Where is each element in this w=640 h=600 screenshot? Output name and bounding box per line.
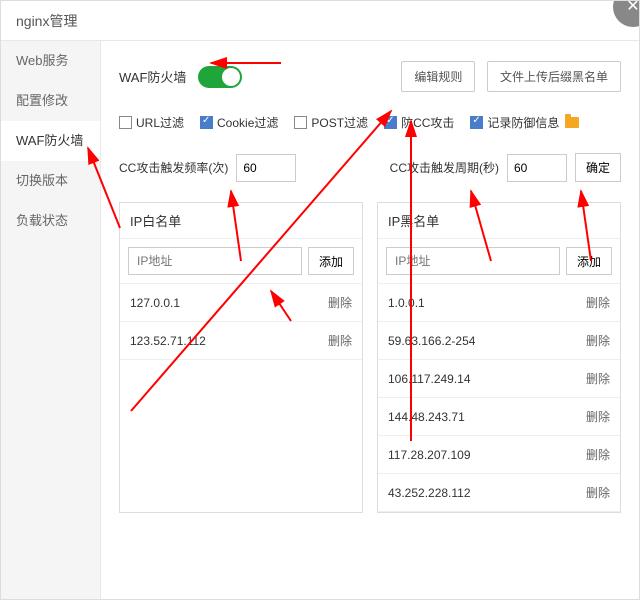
filter-checkbox-1[interactable]: Cookie过滤 [200,114,278,131]
cc-period-input[interactable] [507,154,567,182]
waf-toggle-label: WAF防火墙 [119,67,186,86]
edit-rules-button[interactable]: 编辑规则 [401,61,475,92]
filter-checkbox-3[interactable]: 防CC攻击 [384,114,454,131]
ip-value: 106.117.249.14 [388,372,471,386]
ip-value: 117.28.207.109 [388,448,471,462]
filter-label: 防CC攻击 [401,114,454,131]
blacklist-add-button[interactable]: 添加 [566,247,612,275]
dialog-header: nginx管理 ✕ [1,1,639,41]
sidebar-item-3[interactable]: 切换版本 [1,161,100,201]
ip-value: 43.252.228.112 [388,486,471,500]
checkbox-icon [470,116,483,129]
delete-link[interactable]: 删除 [586,408,610,425]
list-item: 1.0.0.1 删除 [378,284,620,322]
sidebar-item-0[interactable]: Web服务 [1,41,100,81]
folder-icon [565,117,579,128]
ip-value: 144.48.243.71 [388,410,465,424]
cc-confirm-button[interactable]: 确定 [575,153,621,182]
sidebar-item-1[interactable]: 配置修改 [1,81,100,121]
list-item: 59.63.166.2-254 删除 [378,322,620,360]
main-panel: WAF防火墙 编辑规则 文件上传后缀黑名单 URL过滤 Cookie过滤 POST过… [101,41,639,600]
delete-link[interactable]: 删除 [328,294,352,311]
list-item: 43.252.228.112 删除 [378,474,620,512]
blacklist-ip-input[interactable] [386,247,560,275]
delete-link[interactable]: 删除 [586,370,610,387]
delete-link[interactable]: 删除 [586,294,610,311]
list-item: 106.117.249.14 删除 [378,360,620,398]
checkbox-icon [200,116,213,129]
blacklist-title: IP黑名单 [378,203,620,239]
delete-link[interactable]: 删除 [586,446,610,463]
cc-freq-input[interactable] [236,154,296,182]
delete-link[interactable]: 删除 [586,332,610,349]
list-item: 144.48.243.71 删除 [378,398,620,436]
cc-period-label: CC攻击触发周期(秒) [390,159,499,176]
blacklist-panel: IP黑名单 添加 1.0.0.1删除59.63.166.2-254删除106.1… [377,202,621,513]
filter-checkbox-2[interactable]: POST过滤 [294,114,368,131]
checkbox-icon [119,116,132,129]
list-item: 123.52.71.112 删除 [120,322,362,360]
filter-label: Cookie过滤 [217,114,278,131]
sidebar-item-2[interactable]: WAF防火墙 [1,121,100,161]
sidebar: Web服务配置修改WAF防火墙切换版本负载状态 [1,41,101,600]
close-button[interactable]: ✕ [613,0,640,27]
delete-link[interactable]: 删除 [586,484,610,501]
upload-ext-blacklist-button[interactable]: 文件上传后缀黑名单 [487,61,621,92]
whitelist-ip-input[interactable] [128,247,302,275]
whitelist-add-button[interactable]: 添加 [308,247,354,275]
filter-checkbox-4[interactable]: 记录防御信息 [470,114,579,131]
ip-value: 123.52.71.112 [130,334,206,348]
filter-label: URL过滤 [136,114,184,131]
waf-toggle[interactable] [198,66,242,88]
filter-label: 记录防御信息 [487,114,559,131]
cc-freq-label: CC攻击触发频率(次) [119,159,228,176]
dialog-title: nginx管理 [16,13,77,29]
ip-value: 127.0.0.1 [130,296,180,310]
checkbox-icon [294,116,307,129]
sidebar-item-4[interactable]: 负载状态 [1,201,100,241]
filter-checkbox-0[interactable]: URL过滤 [119,114,184,131]
ip-value: 59.63.166.2-254 [388,334,475,348]
list-item: 127.0.0.1 删除 [120,284,362,322]
whitelist-title: IP白名单 [120,203,362,239]
checkbox-icon [384,116,397,129]
filter-label: POST过滤 [311,114,368,131]
delete-link[interactable]: 删除 [328,332,352,349]
whitelist-panel: IP白名单 添加 127.0.0.1 删除 123.52.71.112 删除 [119,202,363,513]
ip-value: 1.0.0.1 [388,296,425,310]
list-item: 117.28.207.109 删除 [378,436,620,474]
